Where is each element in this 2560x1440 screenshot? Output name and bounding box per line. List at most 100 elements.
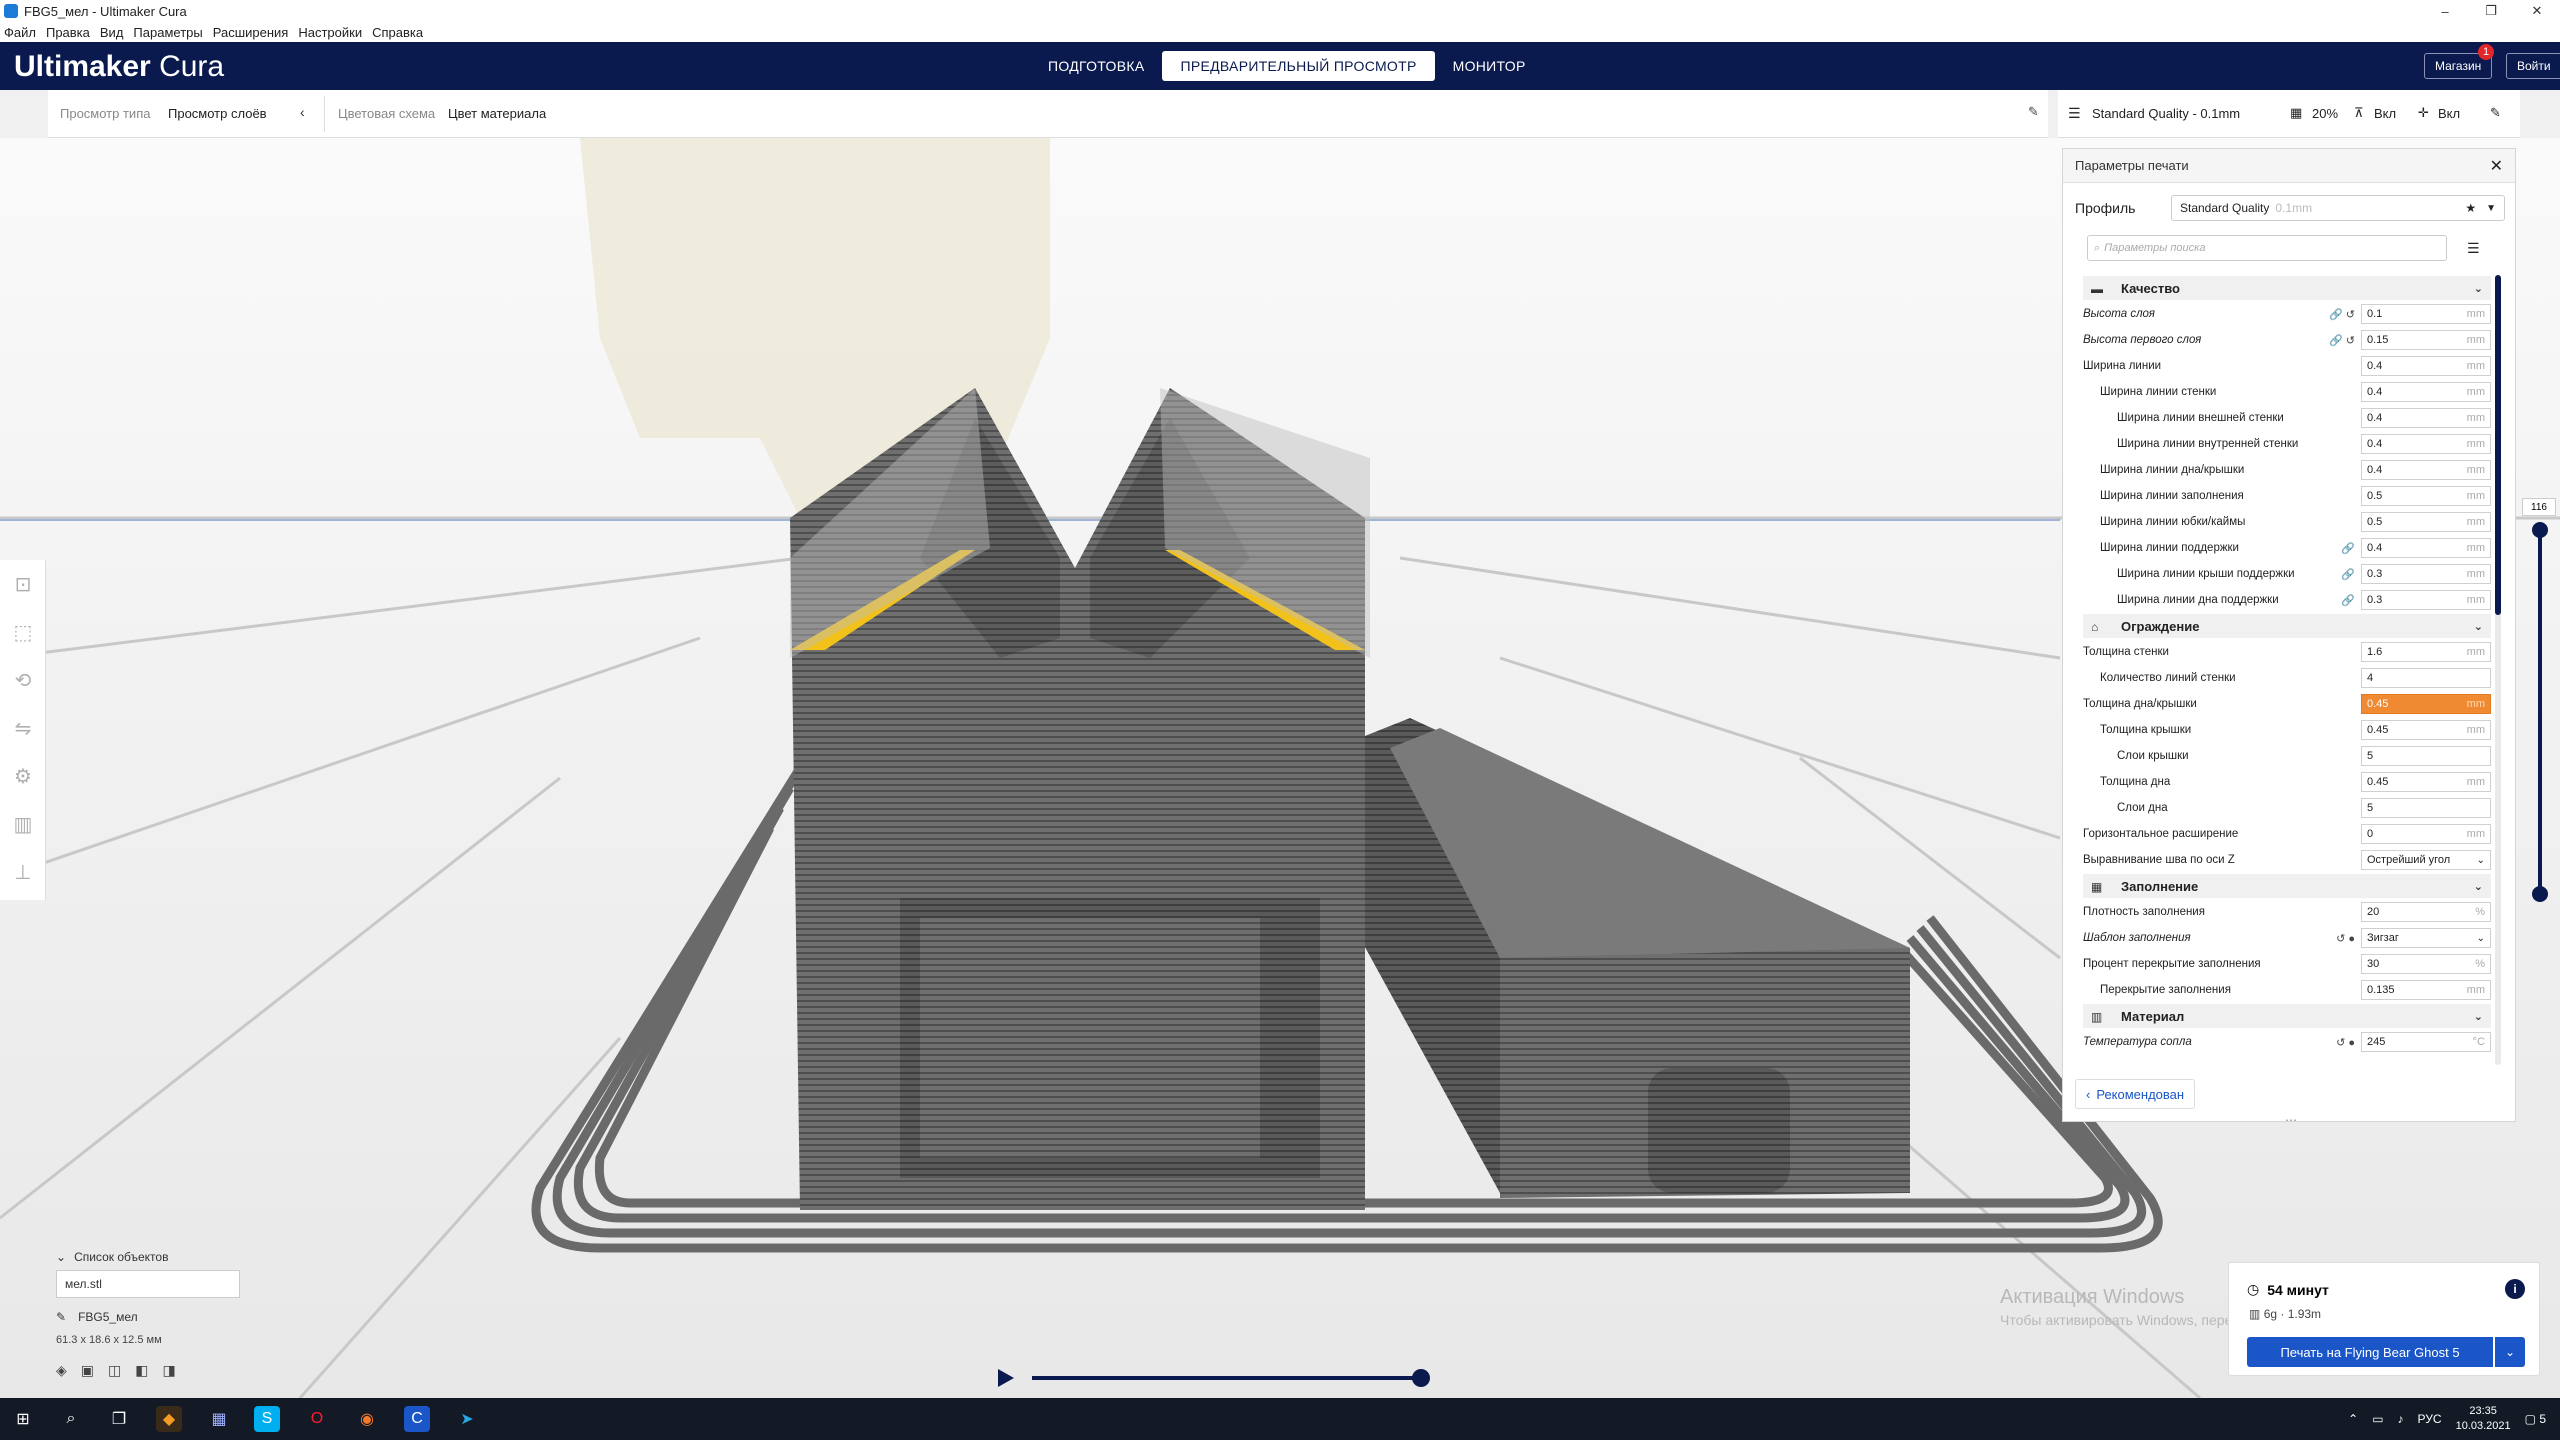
app-icon-shield[interactable]: ◆: [156, 1406, 182, 1432]
app-icon-calendar[interactable]: ▦: [206, 1406, 232, 1432]
layer-slider-lower-handle[interactable]: [2532, 886, 2548, 902]
left-view-icon[interactable]: ◧: [135, 1362, 148, 1379]
star-icon[interactable]: ★: [2465, 201, 2476, 215]
setting-input[interactable]: 20%: [2361, 902, 2491, 922]
setting-input[interactable]: 0.4 mm: [2361, 538, 2491, 558]
view-type-value[interactable]: Просмотр слоёв: [168, 106, 267, 121]
pencil-icon[interactable]: ✎: [56, 1310, 66, 1324]
skype-icon[interactable]: S: [254, 1406, 280, 1432]
setting-input[interactable]: 0.45 mm: [2361, 720, 2491, 740]
blender-icon[interactable]: ◉: [354, 1406, 380, 1432]
settings-search-input[interactable]: ⌕ Параметры поиска: [2087, 235, 2447, 261]
menu-settings[interactable]: Параметры: [133, 25, 202, 40]
setting-state-icons[interactable]: ↺ ●: [2321, 932, 2361, 945]
lay-flat-icon[interactable]: ⊥: [0, 848, 46, 896]
tab-preview[interactable]: ПРЕДВАРИТЕЛЬНЫЙ ПРОСМОТР: [1162, 51, 1435, 81]
setting-state-icons[interactable]: 🔗: [2321, 568, 2361, 581]
color-scheme-value[interactable]: Цвет материала: [448, 106, 546, 121]
setting-input[interactable]: 0.5 mm: [2361, 512, 2491, 532]
layer-slider-track[interactable]: [2538, 530, 2542, 894]
cura-taskbar-icon[interactable]: C: [404, 1406, 430, 1432]
setting-input[interactable]: 1.6 mm: [2361, 642, 2491, 662]
layer-slider[interactable]: [2532, 500, 2548, 902]
edit-pencil-icon[interactable]: ✎: [2028, 104, 2039, 120]
close-icon[interactable]: ✕: [2490, 156, 2503, 176]
setting-input[interactable]: 245 °C: [2361, 1032, 2491, 1052]
menu-edit[interactable]: Правка: [46, 25, 90, 40]
tab-monitor[interactable]: МОНИТОР: [1435, 51, 1544, 81]
recommended-button[interactable]: ‹ Рекомендован: [2075, 1079, 2196, 1109]
settings-list[interactable]: ▬ Качество ⌄ Высота слоя 🔗 ↺ 0.1 mm Высота перв…: [2083, 275, 2491, 1065]
setting-input[interactable]: 0.45 mm: [2361, 694, 2491, 714]
setting-input[interactable]: 0.1 mm: [2361, 304, 2491, 324]
play-icon[interactable]: [998, 1369, 1014, 1387]
category-quality[interactable]: ▬ Качество ⌄: [2083, 276, 2491, 300]
setting-input[interactable]: 0.45 mm: [2361, 772, 2491, 792]
rotate-tool-icon[interactable]: ⟲: [0, 656, 46, 704]
layer-slider-upper-handle[interactable]: [2532, 522, 2548, 538]
menu-extensions[interactable]: Расширения: [213, 25, 289, 40]
setting-select[interactable]: Острейший угол ⌄: [2361, 850, 2491, 870]
setting-input[interactable]: 0.4 mm: [2361, 434, 2491, 454]
close-window-button[interactable]: ✕: [2514, 0, 2560, 22]
info-icon[interactable]: i: [2505, 1279, 2525, 1299]
category-material[interactable]: ▥ Материал ⌄: [2083, 1004, 2491, 1028]
settings-visibility-menu-icon[interactable]: ☰: [2467, 240, 2480, 257]
tab-prepare[interactable]: ПОДГОТОВКА: [1030, 51, 1162, 81]
notifications-icon[interactable]: ▢ 5: [2525, 1412, 2546, 1426]
setting-input[interactable]: 0.4 mm: [2361, 382, 2491, 402]
minimize-button[interactable]: –: [2422, 0, 2468, 22]
setting-input[interactable]: 0.5 mm: [2361, 486, 2491, 506]
setting-input[interactable]: 4: [2361, 668, 2491, 688]
object-item[interactable]: ✎ FBG5_мел: [56, 1310, 296, 1324]
setting-state-icons[interactable]: 🔗: [2321, 594, 2361, 607]
right-view-icon[interactable]: ◨: [162, 1362, 175, 1379]
object-list-header[interactable]: ⌄ Список объектов: [56, 1250, 296, 1264]
start-icon[interactable]: ⊞: [10, 1406, 36, 1432]
setting-input[interactable]: 5: [2361, 798, 2491, 818]
chevron-down-icon[interactable]: ▼: [2486, 203, 2496, 214]
object-filter-field[interactable]: мел.stl: [56, 1270, 240, 1298]
opera-icon[interactable]: O: [304, 1406, 330, 1432]
menu-help[interactable]: Справка: [372, 25, 423, 40]
menu-file[interactable]: Файл: [4, 25, 36, 40]
setting-state-icons[interactable]: ↺ ●: [2321, 1036, 2361, 1049]
setting-input[interactable]: 0.4 mm: [2361, 356, 2491, 376]
network-icon[interactable]: ▭: [2372, 1412, 2383, 1426]
setting-input[interactable]: 0.135 mm: [2361, 980, 2491, 1000]
edit-pencil-icon[interactable]: ✎: [2490, 105, 2501, 121]
keyboard-language[interactable]: РУС: [2418, 1412, 2442, 1426]
menu-view[interactable]: Вид: [100, 25, 124, 40]
volume-icon[interactable]: ♪: [2398, 1412, 2404, 1426]
front-view-icon[interactable]: ▣: [81, 1362, 94, 1379]
support-blocker-icon[interactable]: ▥: [0, 800, 46, 848]
category-infill[interactable]: ▦ Заполнение ⌄: [2083, 874, 2491, 898]
clock[interactable]: 23:35 10.03.2021: [2456, 1404, 2511, 1434]
setting-input[interactable]: 5: [2361, 746, 2491, 766]
category-shell[interactable]: ⌂ Ограждение ⌄: [2083, 614, 2491, 638]
chevron-left-icon[interactable]: ‹: [300, 104, 305, 120]
scale-tool-icon[interactable]: ⬚: [0, 608, 46, 656]
login-button[interactable]: Войти: [2506, 53, 2560, 79]
setting-state-icons[interactable]: 🔗: [2321, 542, 2361, 555]
mirror-tool-icon[interactable]: ⇋: [0, 704, 46, 752]
setting-select[interactable]: Зигзаг ⌄: [2361, 928, 2491, 948]
per-model-settings-icon[interactable]: ⚙: [0, 752, 46, 800]
setting-state-icons[interactable]: 🔗 ↺: [2321, 334, 2361, 347]
setting-input[interactable]: 0.3 mm: [2361, 590, 2491, 610]
setting-input[interactable]: 0 mm: [2361, 824, 2491, 844]
profile-select[interactable]: Standard Quality 0.1mm ★ ▼: [2171, 195, 2505, 221]
setting-input[interactable]: 0.4 mm: [2361, 408, 2491, 428]
setting-input[interactable]: 0.3 mm: [2361, 564, 2491, 584]
telegram-icon[interactable]: ➤: [454, 1406, 480, 1432]
task-view-icon[interactable]: ❐: [106, 1406, 132, 1432]
menu-preferences[interactable]: Настройки: [298, 25, 362, 40]
print-options-dropdown[interactable]: ⌄: [2495, 1337, 2525, 1367]
setting-input[interactable]: 30%: [2361, 954, 2491, 974]
move-tool-icon[interactable]: ⊡: [0, 560, 46, 608]
print-button[interactable]: Печать на Flying Bear Ghost 5: [2247, 1337, 2493, 1367]
setting-input[interactable]: 0.4 mm: [2361, 460, 2491, 480]
setting-input[interactable]: 0.15 mm: [2361, 330, 2491, 350]
path-slider-track[interactable]: [1032, 1376, 1424, 1380]
3d-view-icon[interactable]: ◈: [56, 1362, 67, 1379]
